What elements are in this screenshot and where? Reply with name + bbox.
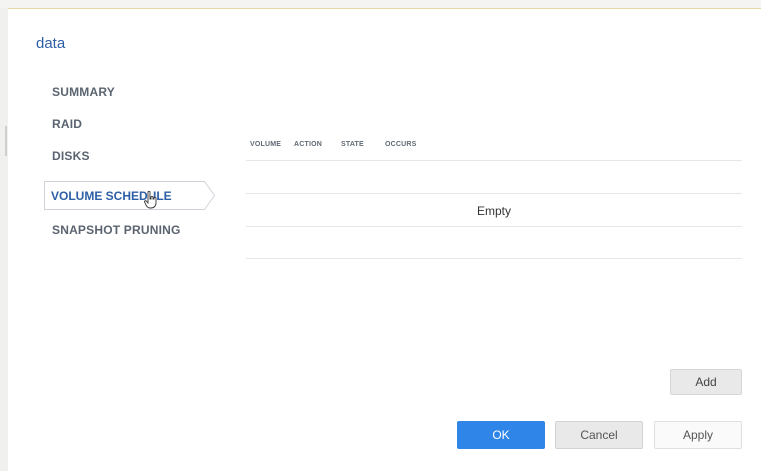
nav-item-snapshot-pruning[interactable]: SNAPSHOT PRUNING bbox=[52, 223, 181, 237]
column-header-volume[interactable]: VOLUME bbox=[250, 141, 281, 148]
column-header-state[interactable]: STATE bbox=[341, 141, 364, 148]
nav-item-volume-schedule[interactable]: VOLUME SCHEDULE bbox=[44, 181, 216, 210]
table-divider bbox=[246, 258, 742, 259]
dialog-title: data bbox=[36, 35, 66, 52]
empty-state-text: Empty bbox=[476, 204, 511, 218]
table-divider bbox=[246, 193, 742, 194]
nav-item-raid[interactable]: RAID bbox=[52, 117, 82, 131]
table-divider bbox=[246, 160, 742, 161]
nav-item-summary[interactable]: SUMMARY bbox=[52, 85, 115, 99]
add-button[interactable]: Add bbox=[670, 369, 742, 395]
table-divider bbox=[246, 226, 742, 227]
apply-button[interactable]: Apply bbox=[654, 421, 742, 449]
nav-item-disks[interactable]: DISKS bbox=[52, 149, 90, 163]
background-window-edge bbox=[0, 8, 8, 471]
window-edge-mark bbox=[5, 126, 7, 156]
column-header-occurs[interactable]: OCCURS bbox=[385, 141, 417, 148]
cancel-button[interactable]: Cancel bbox=[555, 421, 643, 449]
settings-dialog: data SUMMARY RAID DISKS VOLUME SCHEDULE … bbox=[8, 8, 761, 471]
ok-button[interactable]: OK bbox=[457, 421, 545, 449]
column-header-action[interactable]: ACTION bbox=[294, 141, 322, 148]
